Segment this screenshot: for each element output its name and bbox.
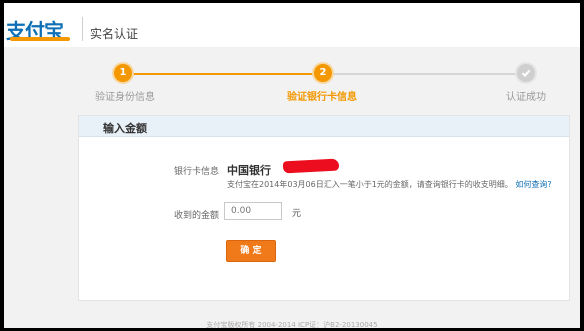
deposit-hint: 支付宝在2014年03月06日汇入一笔小于1元的金额，请查询银行卡的收支明细。 … — [227, 179, 552, 190]
card-header: 输入金额 — [79, 116, 569, 137]
currency-unit: 元 — [292, 209, 302, 219]
amount-input[interactable] — [224, 202, 282, 220]
step-3-check-icon — [517, 64, 535, 82]
amount-form-card: 输入金额 银行卡信息 中国银行 支付宝在2014年03月06日汇入一笔小于1元的… — [78, 115, 570, 301]
bank-info-label: 银行卡信息 — [173, 167, 219, 177]
deposit-hint-text: 支付宝在2014年03月06日汇入一笔小于1元的金额，请查询银行卡的收支明细。 — [227, 180, 513, 189]
footer-copyright: 支付宝版权所有 2004-2014 ICP证：沪B2-20130045 — [206, 321, 378, 328]
header-divider — [82, 17, 83, 41]
step-3-label: 认证成功 — [506, 92, 546, 103]
how-to-check-link[interactable]: 如何查询? — [515, 180, 551, 189]
page-title: 实名认证 — [90, 27, 139, 41]
step-2-label: 验证银行卡信息 — [287, 92, 357, 103]
step-1-circle: 1 — [114, 64, 132, 82]
stepper-line-pending — [331, 73, 519, 75]
header: 支付宝 实名认证 — [4, 3, 580, 47]
bank-name: 中国银行 — [227, 164, 271, 177]
step-1-label: 验证身份信息 — [95, 92, 155, 103]
step-2-circle: 2 — [314, 64, 332, 82]
progress-stepper: 1 2 验证身份信息 验证银行卡信息 认证成功 — [4, 58, 580, 108]
amount-label: 收到的金额 — [173, 211, 219, 221]
logo-swoosh — [10, 37, 70, 41]
confirm-button[interactable]: 确 定 — [226, 240, 276, 262]
redaction-mark — [282, 158, 340, 174]
page-frame: 支付宝 实名认证 1 2 验证身份信息 验证银行卡信息 认证成功 输入金额 银行… — [4, 3, 580, 328]
card-title: 输入金额 — [103, 122, 147, 135]
stepper-line-completed — [131, 73, 315, 75]
